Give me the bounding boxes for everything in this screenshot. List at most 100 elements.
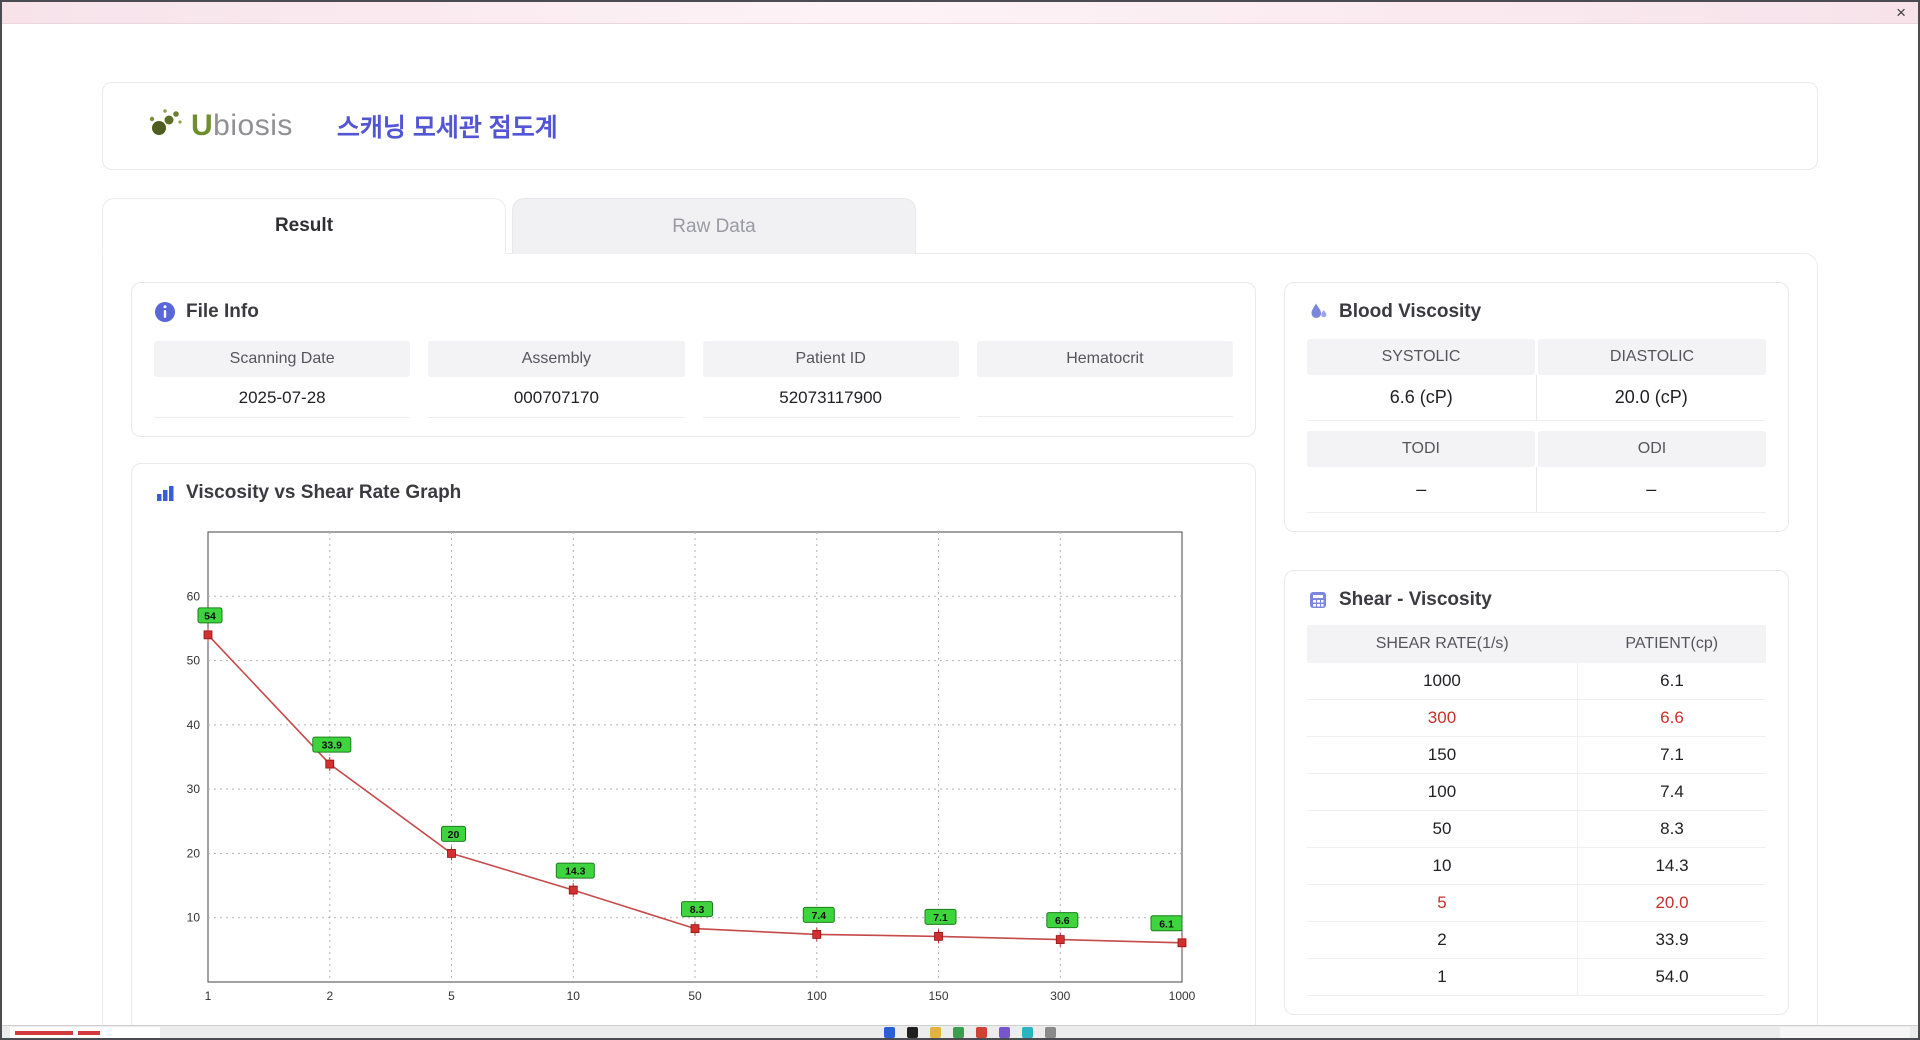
- taskbar-icon[interactable]: [907, 1027, 918, 1038]
- blood-viscosity-grid: SYSTOLIC DIASTOLIC 6.6 (cP) 20.0 (cP) TO…: [1307, 339, 1766, 513]
- shear-rate-cell: 2: [1307, 921, 1578, 959]
- point-label: 7.4: [802, 906, 835, 923]
- shear-rate-cell: 100: [1307, 773, 1578, 811]
- page-title: 스캐닝 모세관 점도계: [336, 114, 558, 142]
- svg-text:14.3: 14.3: [565, 866, 586, 878]
- taskbar-icon[interactable]: [1022, 1027, 1033, 1038]
- header-card: Ubiosis 스캐닝 모세관 점도계: [102, 82, 1818, 170]
- shear-table-body: 1000 6.1 300 6.6 150 7.1 100 7.4 50 8.3 …: [1307, 663, 1766, 996]
- patient-viscosity-cell: 6.1: [1577, 663, 1766, 700]
- taskbar-icon[interactable]: [953, 1027, 964, 1038]
- patient-column-header: PATIENT(cp): [1577, 625, 1766, 663]
- patient-viscosity-cell: 8.3: [1577, 810, 1766, 848]
- bv-label: DIASTOLIC: [1538, 339, 1766, 375]
- taskbar-red-text-fragment: [15, 1030, 73, 1035]
- shear-viscosity-title-row: Shear - Viscosity: [1307, 589, 1766, 611]
- taskbar-icon[interactable]: [976, 1027, 987, 1038]
- file-info-field-assembly: Assembly 000707170: [428, 341, 685, 418]
- taskbar-icon[interactable]: [884, 1027, 895, 1038]
- shear-table-row: 100 7.4: [1307, 773, 1766, 811]
- svg-text:1: 1: [205, 989, 212, 1003]
- viscosity-chart: 10 20 30 40 50 60 1 2 5 10 50 100 150 300 1000 54 33.9 20…: [160, 518, 1233, 1023]
- taskbar-icons: [884, 1027, 1056, 1038]
- point-label: 7.1: [924, 908, 957, 925]
- shear-rate-cell: 10: [1307, 847, 1578, 885]
- svg-text:60: 60: [187, 589, 201, 603]
- shear-table-row: 300 6.6: [1307, 699, 1766, 737]
- shear-rate-cell: 300: [1307, 699, 1578, 737]
- field-value: [976, 377, 1233, 417]
- svg-text:20: 20: [187, 846, 201, 860]
- blood-viscosity-card: Blood Viscosity SYSTOLIC DIASTOLIC 6.6 (…: [1284, 282, 1789, 532]
- bv-label: SYSTOLIC: [1307, 339, 1535, 375]
- field-value: 000707170: [428, 377, 685, 418]
- field-label: Scanning Date: [154, 341, 411, 377]
- svg-text:6.1: 6.1: [1159, 918, 1174, 930]
- close-icon[interactable]: ×: [1896, 4, 1906, 21]
- blood-viscosity-heading: Blood Viscosity: [1339, 301, 1482, 322]
- shear-viscosity-heading: Shear - Viscosity: [1339, 589, 1492, 610]
- taskbar-icon[interactable]: [930, 1027, 941, 1038]
- shear-table-row: 1000 6.1: [1307, 663, 1766, 700]
- droplet-icon: [1307, 301, 1329, 323]
- bv-value: –: [1307, 467, 1537, 512]
- shear-viscosity-card: Shear - Viscosity SHEAR RATE(1/s) PATIEN…: [1284, 570, 1789, 1015]
- left-column: File Info Scanning Date 2025-07-28 Assem…: [131, 282, 1256, 1025]
- point-label: 20: [441, 825, 466, 842]
- svg-text:100: 100: [807, 989, 827, 1003]
- shear-rate-column-header: SHEAR RATE(1/s): [1307, 625, 1578, 663]
- shear-rate-cell: 1: [1307, 958, 1578, 996]
- svg-text:7.1: 7.1: [933, 912, 948, 924]
- file-info-fields: Scanning Date 2025-07-28 Assembly 000707…: [154, 341, 1233, 418]
- svg-text:10: 10: [187, 911, 201, 925]
- patient-viscosity-cell: 14.3: [1577, 847, 1766, 885]
- shear-table-row: 150 7.1: [1307, 736, 1766, 774]
- tab-raw-data[interactable]: Raw Data: [512, 198, 916, 254]
- svg-text:300: 300: [1050, 989, 1070, 1003]
- shear-rate-cell: 150: [1307, 736, 1578, 774]
- svg-text:8.3: 8.3: [690, 904, 705, 916]
- svg-text:1000: 1000: [1169, 989, 1196, 1003]
- viscosity-graph-card: Viscosity vs Shear Rate Graph 10 20 30 40 50…: [131, 463, 1256, 1025]
- file-info-field-patient-id: Patient ID 52073117900: [702, 341, 959, 418]
- taskbar: [2, 1025, 1918, 1038]
- bv-label-row: TODI ODI: [1307, 431, 1766, 467]
- svg-text:50: 50: [187, 654, 201, 668]
- field-value: 52073117900: [702, 377, 959, 418]
- taskbar-icon[interactable]: [1045, 1027, 1056, 1038]
- taskbar-app-label[interactable]: [10, 1027, 160, 1038]
- bv-value-row: – –: [1307, 467, 1766, 513]
- bv-value: –: [1646, 479, 1657, 499]
- tab-bar: Result Raw Data: [102, 198, 1818, 254]
- svg-text:20: 20: [448, 829, 460, 841]
- bv-value-row: 6.6 (cP) 20.0 (cP): [1307, 375, 1766, 421]
- point-label: 14.3: [555, 862, 595, 879]
- point-label: 6.6: [1046, 912, 1079, 929]
- file-info-field-scanning-date: Scanning Date 2025-07-28: [154, 341, 411, 418]
- bv-label-row: SYSTOLIC DIASTOLIC: [1307, 339, 1766, 375]
- taskbar-tray[interactable]: [1780, 1027, 1910, 1038]
- svg-text:150: 150: [928, 989, 948, 1003]
- taskbar-red-text-fragment: [78, 1030, 100, 1035]
- shear-rate-cell: 5: [1307, 884, 1578, 922]
- field-value: 2025-07-28: [154, 377, 411, 418]
- svg-text:30: 30: [187, 782, 201, 796]
- taskbar-icon[interactable]: [999, 1027, 1010, 1038]
- svg-text:2: 2: [326, 989, 333, 1003]
- patient-viscosity-cell: 7.1: [1577, 736, 1766, 774]
- point-label: 54: [197, 607, 223, 624]
- shear-rate-cell: 50: [1307, 810, 1578, 848]
- patient-viscosity-cell: 54.0: [1577, 958, 1766, 996]
- logo-text: Ubiosis: [191, 109, 293, 142]
- point-label: 6.1: [1150, 915, 1183, 932]
- ubiosis-logo: Ubiosis: [145, 106, 293, 147]
- tab-result[interactable]: Result: [102, 198, 506, 254]
- file-info-field-hematocrit: Hematocrit: [976, 341, 1233, 418]
- graph-heading: Viscosity vs Shear Rate Graph: [186, 482, 462, 503]
- svg-text:33.9: 33.9: [322, 740, 343, 752]
- point-label: 8.3: [681, 901, 713, 918]
- patient-viscosity-cell: 33.9: [1577, 921, 1766, 959]
- field-label: Hematocrit: [976, 341, 1233, 377]
- svg-text:7.4: 7.4: [811, 910, 826, 922]
- shear-table-row: 2 33.9: [1307, 921, 1766, 959]
